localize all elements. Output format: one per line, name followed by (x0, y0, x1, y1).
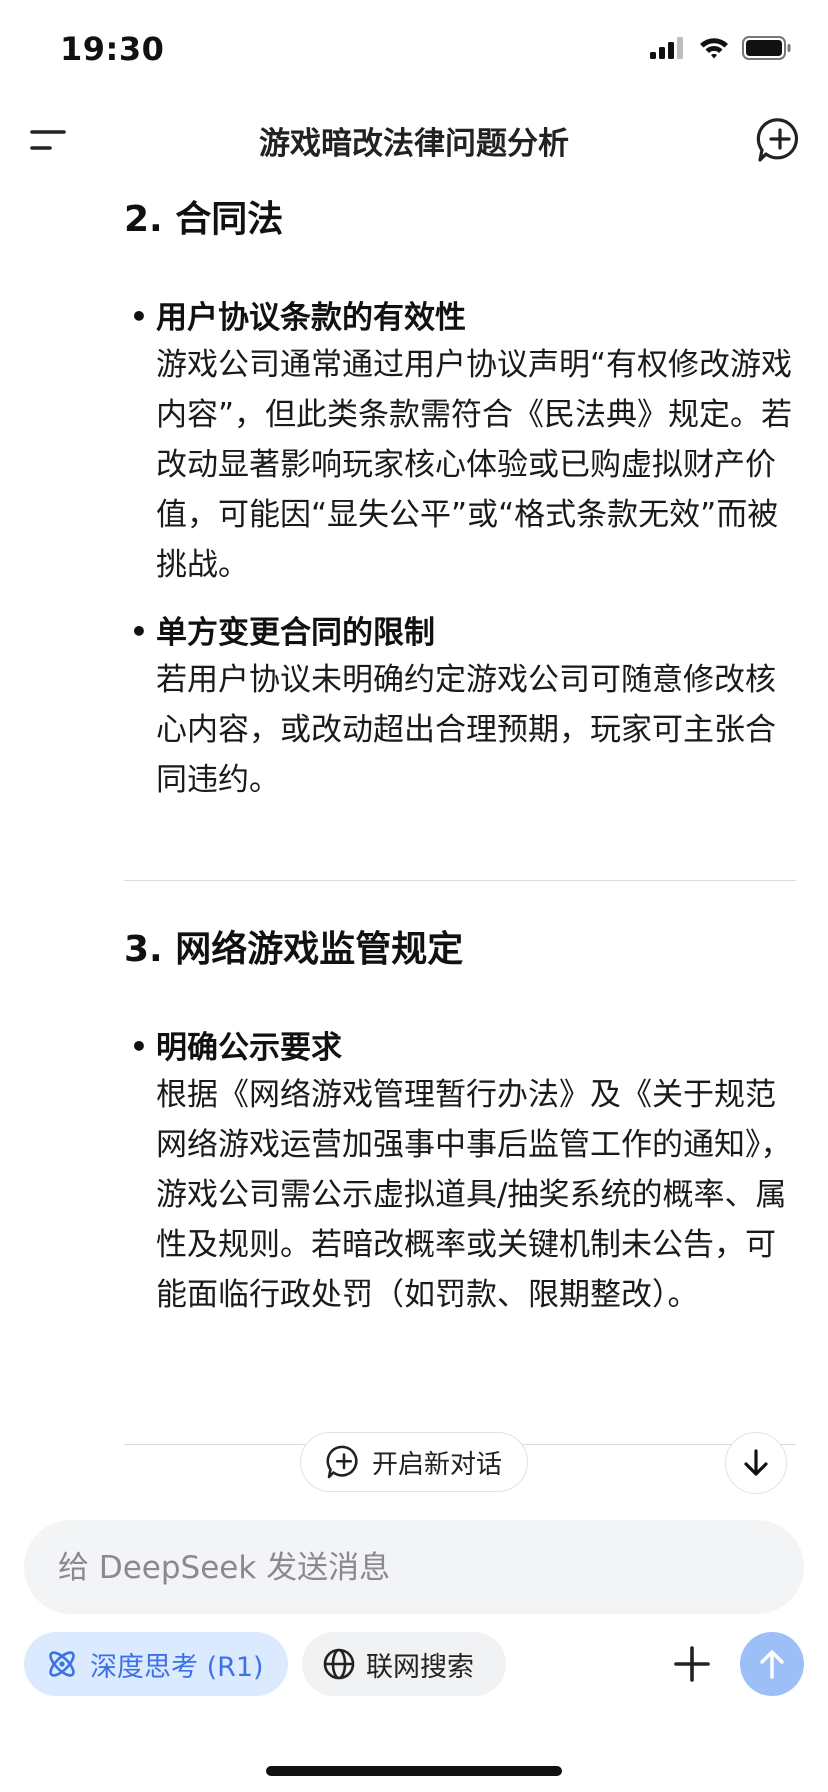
arrow-up-icon (760, 1650, 784, 1679)
status-time: 19:30 (60, 30, 165, 68)
deep-think-toggle[interactable]: 深度思考 (R1) (24, 1632, 288, 1696)
scroll-to-bottom-button[interactable] (725, 1432, 787, 1494)
bullet-dot: • (130, 615, 148, 648)
status-bar: 19:30 (0, 0, 828, 100)
home-indicator (266, 1766, 562, 1776)
atom-icon (49, 1651, 75, 1677)
plus-icon (674, 1646, 710, 1682)
section-heading-contract-law: 2. 合同法 (124, 199, 284, 240)
bullet-title: 单方变更合同的限制 (156, 615, 435, 651)
bullet-body: 根据《网络游戏管理暂行办法》及《关于规范网络游戏运营加强事中事后监管工作的通知》… (156, 1077, 792, 1313)
bullet-body: 游戏公司通常通过用户协议声明“有权修改游戏内容”，但此类条款需符合《民法典》规定… (156, 347, 793, 583)
page-title: 游戏暗改法律问题分析 (259, 126, 569, 162)
web-search-label: 联网搜索 (366, 1651, 474, 1683)
bullet-title: 明确公示要求 (156, 1030, 342, 1066)
new-chat-icon (756, 118, 799, 162)
bullet-body: 若用户协议未明确约定游戏公司可随意修改核心内容，或改动超出合理预期，玩家可主张合… (156, 662, 776, 798)
deep-think-label: 深度思考 (R1) (90, 1651, 264, 1683)
send-button[interactable] (740, 1632, 804, 1696)
section-heading-online-game-regulation: 3. 网络游戏监管规定 (124, 929, 464, 970)
bullet-dot: • (130, 1030, 148, 1063)
nav-bar: 游戏暗改法律问题分析 (0, 100, 828, 180)
arrow-down-icon (744, 1449, 768, 1476)
web-search-toggle[interactable]: 联网搜索 (302, 1632, 506, 1696)
new-chat-icon (326, 1445, 358, 1479)
new-chat-button[interactable] (756, 116, 804, 164)
bullet-dot: • (130, 300, 148, 333)
battery-icon (742, 36, 791, 60)
bullet-title: 用户协议条款的有效性 (156, 300, 466, 336)
globe-icon (323, 1648, 355, 1680)
start-new-chat-button[interactable]: 开启新对话 (300, 1432, 528, 1492)
wifi-icon (700, 38, 728, 59)
message-input[interactable] (56, 1544, 760, 1592)
message-composer (24, 1520, 804, 1614)
section-divider (124, 880, 796, 881)
signal-icon (650, 37, 683, 59)
status-icons (650, 36, 792, 60)
start-new-chat-label: 开启新对话 (371, 1449, 502, 1480)
add-attachment-button[interactable] (668, 1640, 716, 1688)
